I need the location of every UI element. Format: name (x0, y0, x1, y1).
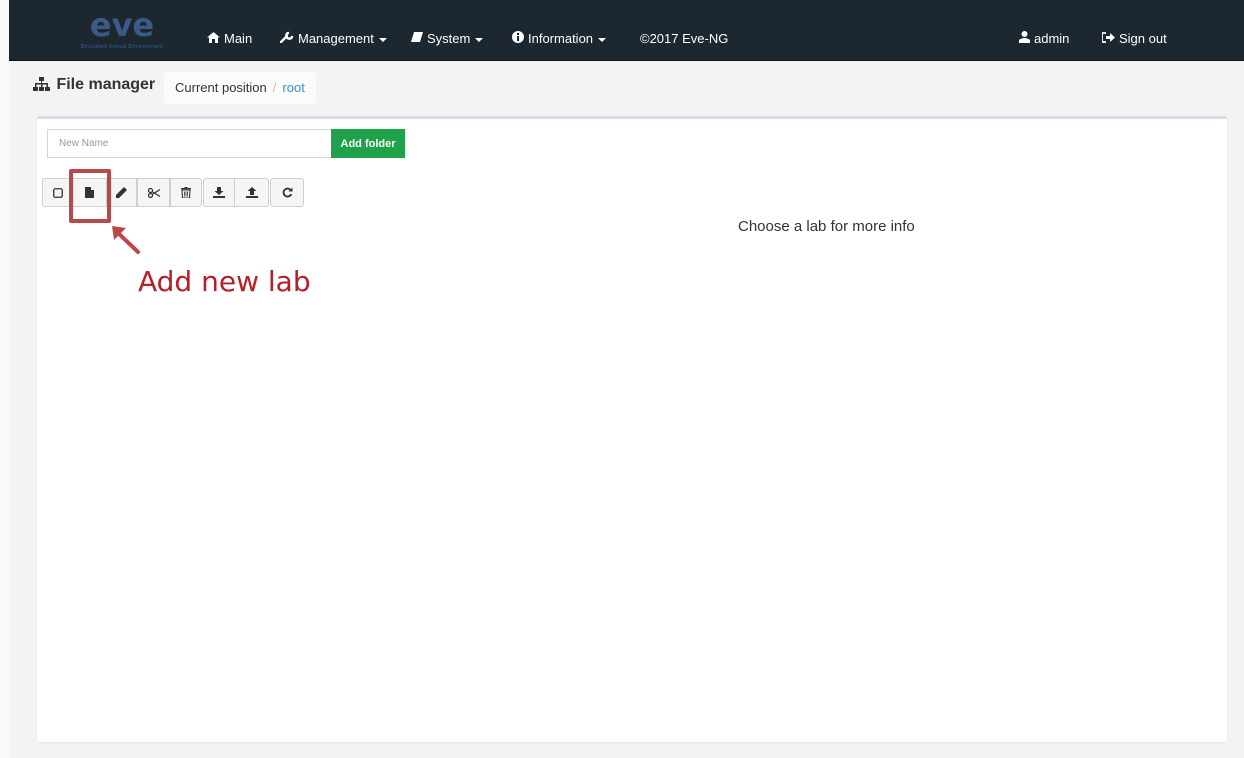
new-folder-name-input[interactable] (47, 129, 331, 158)
top-navbar: eve Emulated Virtual Environment Main Ma… (9, 0, 1244, 61)
nav-information-label: Information (528, 31, 594, 46)
lab-info-placeholder: Choose a lab for more info (738, 218, 915, 235)
info-icon (512, 0, 524, 78)
breadcrumb-root-link[interactable]: root (282, 80, 304, 95)
page-title-text: File manager (56, 76, 156, 93)
nav-management-label: Management (298, 31, 374, 46)
checkbox-icon (52, 187, 63, 198)
import-button[interactable] (234, 178, 269, 207)
nav-user[interactable]: admin (1019, 0, 1069, 61)
chevron-down-icon (378, 37, 387, 42)
upload-icon (245, 187, 258, 198)
user-icon (1019, 0, 1030, 78)
scissors-icon (147, 187, 160, 198)
home-icon (207, 0, 220, 78)
add-folder-button[interactable]: Add folder (331, 129, 405, 158)
chevron-down-icon (475, 37, 484, 42)
download-icon (213, 187, 225, 198)
nav-main[interactable]: Main (207, 0, 252, 61)
trash-icon (181, 187, 191, 198)
annotation-highlight-box (69, 169, 111, 223)
delete-button[interactable] (170, 178, 202, 207)
page-title: File manager (33, 76, 155, 94)
nav-sign-out-label: Sign out (1119, 31, 1167, 46)
refresh-icon (282, 187, 293, 198)
page-left-edge (0, 0, 9, 758)
sign-out-icon (1101, 0, 1115, 78)
annotation-arrow-icon (108, 222, 144, 263)
annotation-label: Add new lab (138, 265, 311, 298)
nav-sign-out[interactable]: Sign out (1101, 0, 1167, 61)
copyright-text: ©2017 Eve-NG (640, 31, 729, 46)
breadcrumb-separator: / (272, 80, 277, 95)
nav-system-label: System (427, 31, 471, 46)
wrench-icon (279, 0, 294, 78)
nav-user-label: admin (1034, 31, 1070, 46)
export-button[interactable] (203, 178, 235, 207)
cut-button[interactable] (137, 178, 170, 207)
chevron-down-icon (598, 37, 607, 42)
sitemap-icon (33, 76, 50, 93)
nav-system[interactable]: System (411, 0, 484, 61)
file-manager-panel (37, 116, 1227, 742)
eve-logo[interactable]: eve Emulated Virtual Environment (59, 6, 199, 56)
nav-management[interactable]: Management (279, 0, 387, 61)
pencil-icon (116, 187, 127, 198)
nav-information[interactable]: Information (512, 0, 607, 61)
book-icon (411, 0, 423, 78)
logo-text: eve (90, 6, 154, 44)
refresh-button[interactable] (270, 178, 304, 207)
nav-main-label: Main (224, 31, 253, 46)
breadcrumb: Current position / root (164, 72, 316, 104)
breadcrumb-label: Current position (175, 80, 267, 95)
logo-subtext: Emulated Virtual Environment (81, 44, 165, 50)
